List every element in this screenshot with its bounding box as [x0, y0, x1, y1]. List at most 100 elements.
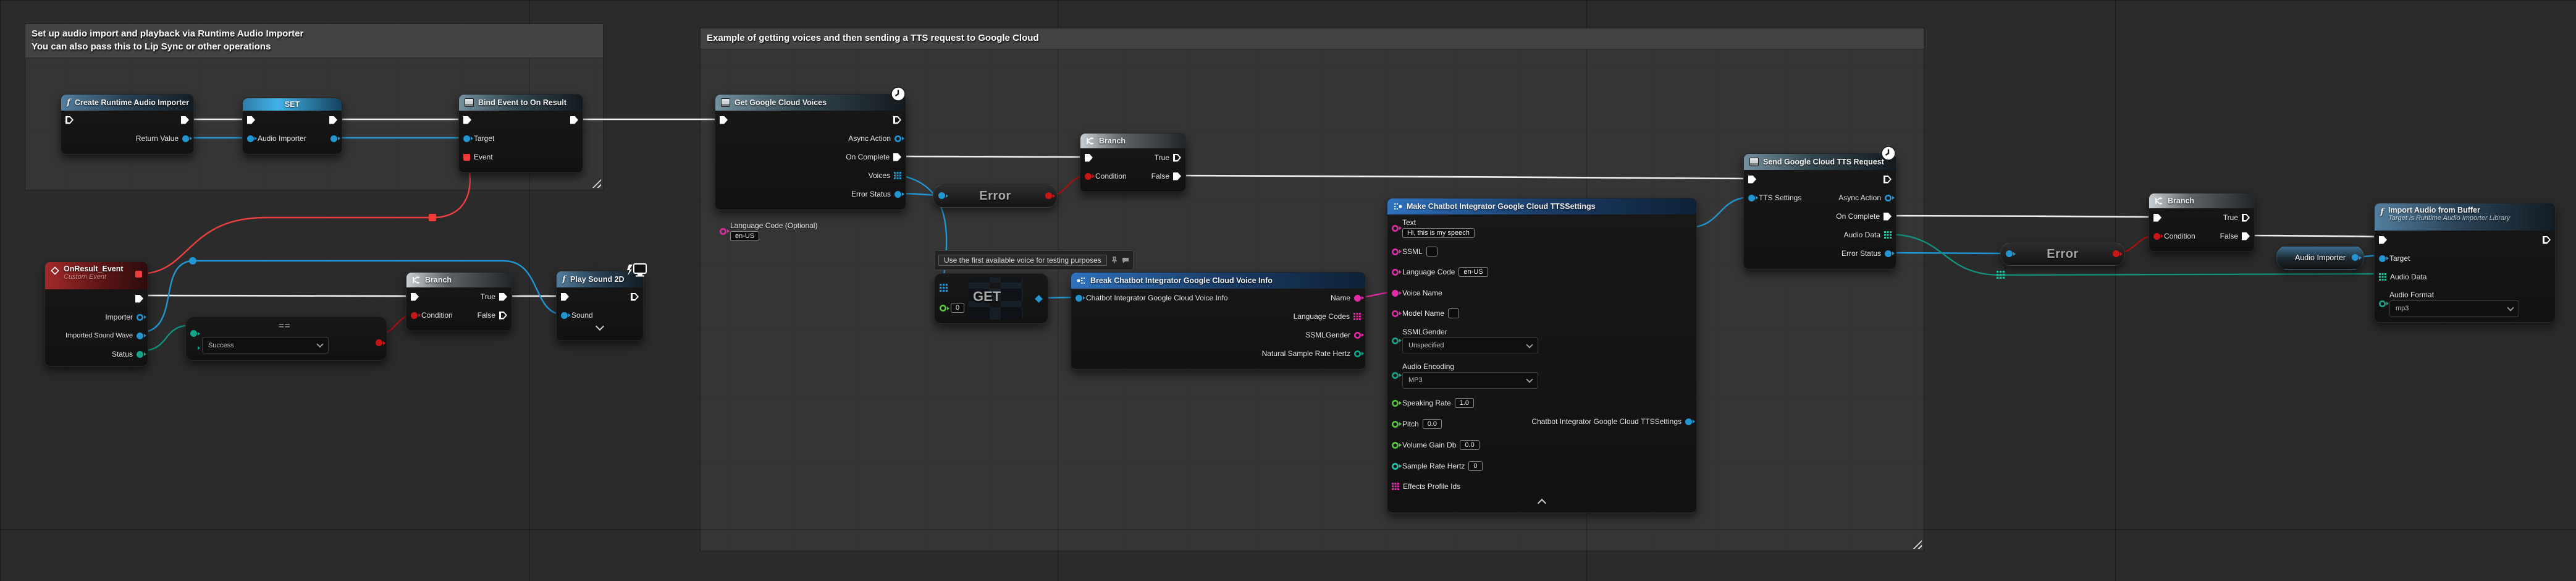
- ssml-gender-pin[interactable]: [1392, 337, 1399, 344]
- audio-encoding-dropdown[interactable]: MP3: [1402, 372, 1538, 389]
- exec-in-pin[interactable]: [2153, 214, 2161, 222]
- node-create-runtime-audio-importer[interactable]: f Create Runtime Audio Importer Return V…: [61, 94, 194, 155]
- node-set-audio-importer[interactable]: SET Audio Importer: [242, 98, 342, 155]
- node-error-voices[interactable]: Error: [933, 184, 1058, 208]
- text-input[interactable]: Hi, this is my speech: [1402, 228, 1475, 238]
- language-code-pin[interactable]: [1392, 269, 1399, 276]
- exec-out-pin[interactable]: [181, 116, 189, 124]
- node-branch-play[interactable]: Branch True Condition False: [406, 272, 512, 331]
- language-code-input[interactable]: en-US: [730, 231, 759, 241]
- error-out-pin[interactable]: [2113, 250, 2119, 257]
- element-out-pin[interactable]: [1035, 295, 1043, 303]
- exec-in-pin[interactable]: [720, 116, 728, 124]
- audio-format-dropdown[interactable]: mp3: [2389, 300, 2519, 317]
- exec-in-pin[interactable]: [1748, 176, 1756, 184]
- node-break-voice-info[interactable]: Break Chatbot Integrator Google Cloud Vo…: [1071, 272, 1366, 370]
- async-action-pin[interactable]: [1885, 195, 1892, 201]
- natural-sample-rate-pin[interactable]: [1354, 350, 1361, 357]
- false-pin[interactable]: [1173, 172, 1181, 180]
- condition-pin[interactable]: [411, 312, 418, 319]
- error-status-pin[interactable]: [1885, 250, 1892, 257]
- enum-value-dropdown[interactable]: Success: [202, 337, 329, 354]
- language-code-input[interactable]: en-US: [1458, 267, 1488, 277]
- exec-out-pin[interactable]: [631, 293, 639, 301]
- collapse-chevron-icon[interactable]: [1538, 499, 1546, 507]
- true-pin[interactable]: [499, 293, 507, 301]
- node-bind-event-to-on-result[interactable]: Bind Event to On Result Target Event: [458, 94, 583, 173]
- variable-out-pin[interactable]: [2352, 254, 2359, 261]
- condition-pin[interactable]: [1085, 173, 1092, 180]
- pin-icon[interactable]: [1111, 257, 1118, 264]
- language-codes-array-pin[interactable]: [1353, 313, 1361, 320]
- model-name-input[interactable]: [1448, 308, 1459, 318]
- exec-in-pin[interactable]: [65, 116, 74, 124]
- audio-format-pin[interactable]: [2379, 300, 2386, 307]
- on-complete-pin[interactable]: [1884, 213, 1892, 221]
- sample-rate-input[interactable]: 0: [1468, 461, 1482, 471]
- audio-importer-out-pin[interactable]: [330, 135, 337, 142]
- true-pin[interactable]: [2242, 214, 2250, 222]
- ssml-gender-pin[interactable]: [1354, 332, 1361, 339]
- volume-gain-pin[interactable]: [1392, 442, 1399, 449]
- exec-out-pin[interactable]: [2543, 236, 2551, 244]
- target-pin[interactable]: [2379, 255, 2386, 262]
- error-in-pin[interactable]: [938, 192, 945, 199]
- audio-importer-in-pin[interactable]: [247, 135, 254, 142]
- importer-pin[interactable]: [137, 314, 143, 321]
- exec-in-pin[interactable]: [1085, 154, 1093, 162]
- node-branch-tts[interactable]: Branch True Condition False: [2149, 193, 2255, 252]
- ssml-gender-dropdown[interactable]: Unspecified: [1402, 337, 1538, 354]
- node-error-tts[interactable]: Error: [2000, 242, 2125, 266]
- voice-name-pin[interactable]: [1392, 290, 1399, 297]
- exec-in-pin[interactable]: [463, 116, 471, 124]
- node-branch-voices[interactable]: Branch True Condition False: [1080, 133, 1186, 192]
- false-pin[interactable]: [2242, 232, 2250, 240]
- node-get-google-cloud-voices[interactable]: Get Google Cloud Voices Async Action On …: [715, 94, 906, 210]
- reroute-object[interactable]: [189, 257, 196, 265]
- language-code-pin[interactable]: [720, 228, 726, 235]
- ssml-input[interactable]: [1426, 247, 1437, 257]
- sample-rate-pin[interactable]: [1392, 463, 1399, 470]
- audio-data-array-pin[interactable]: [1884, 231, 1892, 239]
- bubble-comment[interactable]: Use the first available voice for testin…: [934, 250, 1134, 270]
- condition-pin[interactable]: [2153, 233, 2160, 240]
- bubble-comment-text[interactable]: Use the first available voice for testin…: [938, 255, 1107, 266]
- node-send-tts-request[interactable]: Send Google Cloud TTS Request TTS Settin…: [1743, 153, 1896, 269]
- name-pin[interactable]: [1354, 295, 1361, 302]
- node-audio-importer-get[interactable]: Audio Importer: [2276, 246, 2364, 269]
- pitch-pin[interactable]: [1392, 421, 1399, 428]
- status-pin[interactable]: [137, 351, 143, 358]
- return-value-pin[interactable]: [182, 135, 189, 142]
- node-array-get[interactable]: GET 0: [934, 273, 1048, 324]
- voices-array-pin[interactable]: [894, 172, 901, 179]
- sound-pin[interactable]: [561, 312, 568, 319]
- imported-sound-wave-pin[interactable]: [137, 333, 143, 339]
- exec-in-pin[interactable]: [561, 293, 569, 301]
- node-onresult-custom-event[interactable]: OnResult_Event Custom Event Importer Imp…: [44, 261, 148, 367]
- exec-in-pin[interactable]: [2379, 236, 2387, 244]
- error-in-pin[interactable]: [2006, 250, 2013, 257]
- text-pin[interactable]: [1392, 225, 1399, 232]
- array-in-pin[interactable]: [940, 284, 948, 292]
- tts-settings-out-pin[interactable]: [1685, 418, 1692, 425]
- event-delegate-pin[interactable]: [463, 154, 470, 161]
- audio-encoding-pin[interactable]: [1392, 372, 1399, 379]
- exec-out-pin[interactable]: [1884, 176, 1892, 184]
- exec-in-pin[interactable]: [247, 116, 255, 124]
- tts-settings-pin[interactable]: [1748, 195, 1755, 201]
- speaking-rate-input[interactable]: 1.0: [1455, 398, 1474, 408]
- index-pin[interactable]: [940, 305, 946, 312]
- true-pin[interactable]: [1173, 154, 1181, 162]
- volume-gain-input[interactable]: 0.0: [1460, 440, 1479, 450]
- output-delegate-pin[interactable]: [135, 271, 142, 278]
- speaking-rate-pin[interactable]: [1392, 400, 1399, 407]
- exec-in-pin[interactable]: [411, 293, 419, 301]
- node-equal-enum[interactable]: == Success: [185, 316, 387, 361]
- effects-profile-array-pin[interactable]: [1392, 483, 1399, 490]
- ssml-pin[interactable]: [1392, 248, 1399, 255]
- node-import-audio-from-buffer[interactable]: f Import Audio from Buffer Target is Run…: [2374, 203, 2556, 323]
- index-input[interactable]: 0: [951, 303, 964, 313]
- reroute-array[interactable]: [1997, 271, 2005, 282]
- enum-a-pin[interactable]: [190, 330, 197, 337]
- exec-out-pin[interactable]: [570, 116, 578, 124]
